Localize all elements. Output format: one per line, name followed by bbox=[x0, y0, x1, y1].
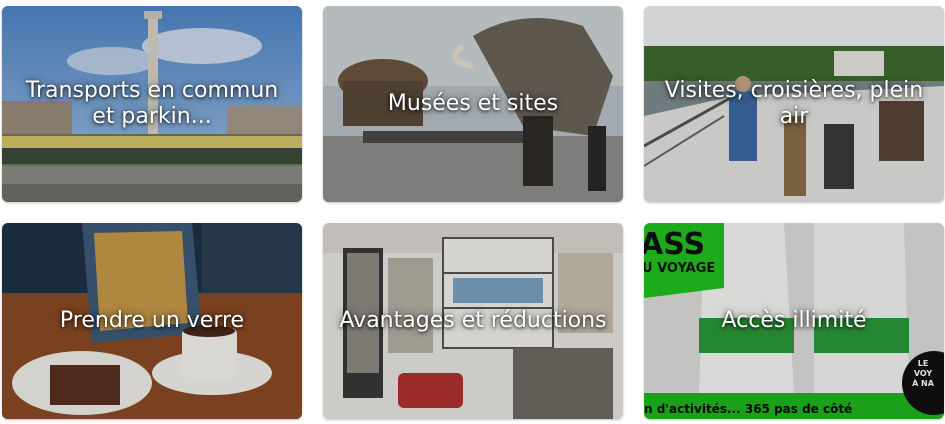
tile-label-prendre-un-verre: Prendre un verre bbox=[59, 308, 245, 333]
tile-label-transports: Transports en commun et parkin... bbox=[25, 78, 279, 129]
tile-label-musees: Musées et sites bbox=[387, 91, 559, 116]
tile-label-acces-illimite: Accès illimité bbox=[721, 308, 867, 333]
tile-musees[interactable]: Musées et sites bbox=[323, 6, 623, 202]
tile-label-visites: Visites, croisières, plein air bbox=[664, 78, 924, 129]
tile-acces-illimite[interactable]: ASS U VOYAGE n d'activités... 365 pas de… bbox=[644, 223, 944, 419]
tile-avantages[interactable]: Avantages et réductions bbox=[323, 223, 623, 419]
tile-label-avantages: Avantages et réductions bbox=[339, 308, 607, 333]
tile-transports[interactable]: Transports en commun et parkin... bbox=[2, 6, 302, 202]
category-grid: Transports en commun et parkin... Musées… bbox=[0, 0, 945, 424]
tile-prendre-un-verre[interactable]: Prendre un verre bbox=[2, 223, 302, 419]
tile-visites[interactable]: Visites, croisières, plein air bbox=[644, 6, 944, 202]
